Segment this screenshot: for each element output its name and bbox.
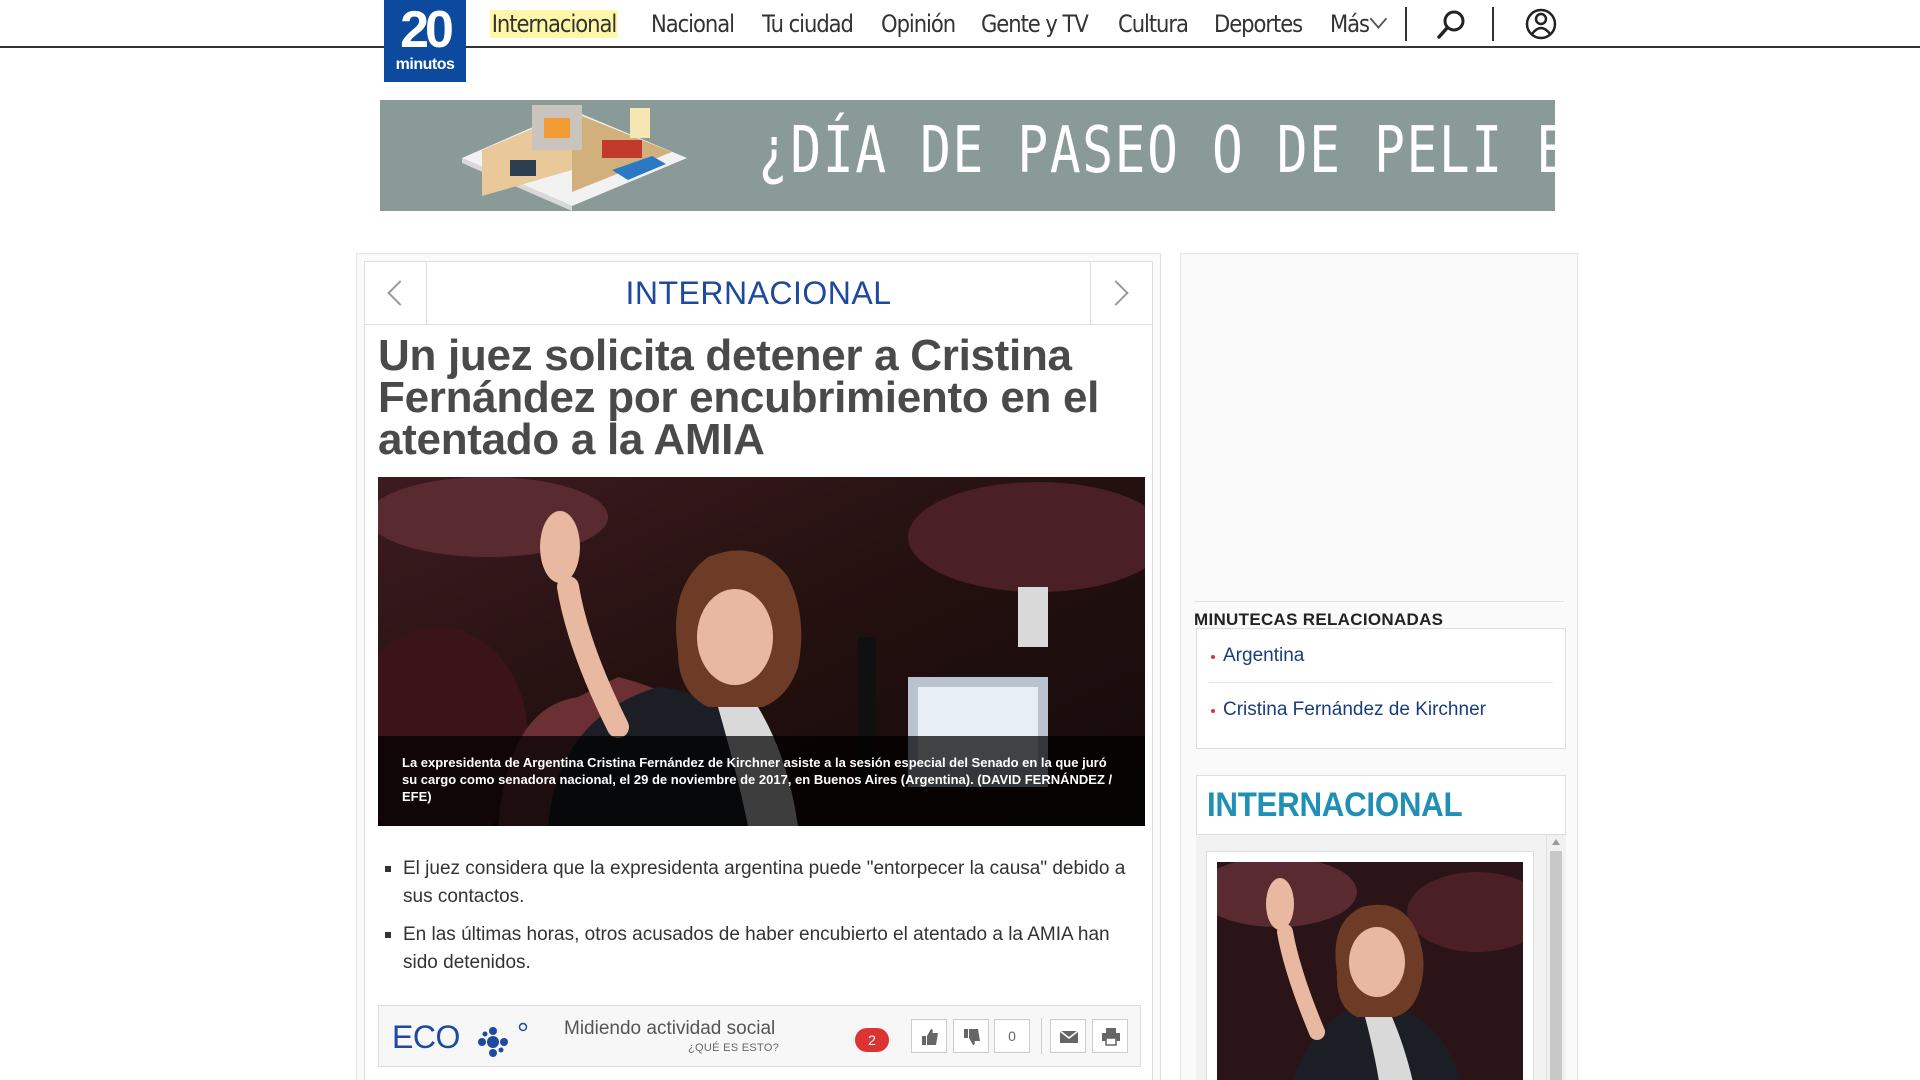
site-logo[interactable]: 20 minutos bbox=[384, 0, 466, 82]
eco-dots-icon bbox=[478, 1022, 528, 1057]
chevron-left-icon bbox=[387, 280, 413, 306]
related-topic-argentina[interactable]: Argentina bbox=[1209, 629, 1553, 683]
section-header: INTERNACIONAL bbox=[364, 261, 1153, 325]
like-button[interactable] bbox=[911, 1019, 947, 1053]
nav-item-opinion[interactable]: Opinión bbox=[881, 10, 956, 38]
section-title[interactable]: INTERNACIONAL bbox=[427, 262, 1090, 324]
article-column: INTERNACIONAL Un juez solicita detener a… bbox=[356, 253, 1161, 1080]
eco-help-link[interactable]: ¿QUÉ ES ESTO? bbox=[688, 1042, 779, 1054]
chevron-right-icon bbox=[1103, 280, 1129, 306]
related-topics-title: MINUTECAS RELACIONADAS bbox=[1194, 601, 1564, 630]
dislike-count: 0 bbox=[994, 1019, 1030, 1053]
logo-word: minutos bbox=[395, 56, 455, 73]
living-room-illustration bbox=[462, 105, 687, 211]
nav-item-deportes[interactable]: Deportes bbox=[1214, 10, 1303, 38]
main-nav: Internacional Nacional Tu ciudad Opinión… bbox=[490, 6, 1408, 42]
email-share-button[interactable] bbox=[1050, 1019, 1086, 1053]
thumbs-down-icon bbox=[964, 1029, 980, 1045]
nav-divider bbox=[1492, 7, 1494, 41]
prev-article-button[interactable] bbox=[365, 262, 427, 324]
nav-item-gente-tv[interactable]: Gente y TV bbox=[981, 10, 1089, 38]
news-thumbnail-illustration bbox=[1217, 862, 1523, 1080]
top-navigation: 20 minutos Internacional Nacional Tu ciu… bbox=[0, 0, 1920, 82]
banner-ad[interactable]: ¿DÍA DE PASEO O DE PELI EN CASA? bbox=[380, 100, 1555, 211]
summary-bullet: El juez considera que la expresidenta ar… bbox=[378, 855, 1138, 911]
nav-item-mas[interactable]: Más bbox=[1329, 9, 1388, 38]
nav-item-mas-label: Más bbox=[1329, 10, 1370, 38]
summary-bullet: En las últimas horas, otros acusados de … bbox=[378, 921, 1138, 977]
social-activity-bar: ECO Midiendo actividad social ¿QUÉ ES ES… bbox=[378, 1005, 1141, 1067]
sidebar-section-title[interactable]: INTERNACIONAL bbox=[1207, 786, 1463, 825]
search-icon bbox=[1437, 10, 1465, 39]
scrollbar-thumb[interactable] bbox=[1550, 851, 1562, 1080]
nav-item-tu-ciudad[interactable]: Tu ciudad bbox=[762, 10, 854, 38]
related-topic-cristina[interactable]: Cristina Fernández de Kirchner bbox=[1209, 683, 1553, 737]
article-headline: Un juez solicita detener a Cristina Fern… bbox=[378, 331, 1100, 464]
print-button[interactable] bbox=[1092, 1019, 1128, 1053]
eco-logo[interactable]: ECO bbox=[392, 1019, 460, 1056]
envelope-icon bbox=[1059, 1030, 1079, 1043]
chevron-down-icon bbox=[1369, 9, 1388, 29]
search-button[interactable] bbox=[1434, 8, 1468, 42]
comment-count-badge[interactable]: 2 bbox=[855, 1028, 889, 1052]
scroll-up-arrow-icon[interactable] bbox=[1552, 839, 1560, 845]
nav-item-internacional[interactable]: Internacional bbox=[490, 10, 618, 38]
user-account-button[interactable] bbox=[1523, 6, 1559, 42]
news-thumbnail bbox=[1217, 862, 1523, 1080]
sidebar-news-carousel bbox=[1196, 835, 1566, 1080]
sidebar-news-card[interactable] bbox=[1206, 851, 1534, 1080]
thumbs-up-icon bbox=[922, 1029, 938, 1045]
user-icon bbox=[1525, 8, 1557, 40]
article-body: Un juez solicita detener a Cristina Fern… bbox=[364, 325, 1153, 1080]
sidebar-scrollbar[interactable] bbox=[1546, 835, 1564, 1080]
article-summary-list: El juez considera que la expresidenta ar… bbox=[378, 855, 1138, 987]
sidebar-section-header: INTERNACIONAL bbox=[1196, 775, 1566, 835]
logo-number: 20 bbox=[400, 1, 454, 59]
sidebar: MINUTECAS RELACIONADAS Argentina Cristin… bbox=[1180, 253, 1578, 1080]
nav-divider bbox=[1405, 7, 1407, 41]
printer-icon bbox=[1102, 1028, 1120, 1046]
nav-item-nacional[interactable]: Nacional bbox=[651, 10, 735, 38]
related-topics-list: Argentina Cristina Fernández de Kirchner bbox=[1196, 628, 1566, 749]
next-article-button[interactable] bbox=[1090, 262, 1152, 324]
banner-headline: ¿DÍA DE PASEO O DE PELI EN CASA? bbox=[758, 114, 1555, 188]
eco-divider bbox=[1041, 1018, 1042, 1054]
article-photo: La expresidenta de Argentina Cristina Fe… bbox=[378, 477, 1145, 826]
eco-status-text: Midiendo actividad social bbox=[564, 1018, 776, 1039]
dislike-button[interactable] bbox=[953, 1019, 989, 1053]
nav-item-cultura[interactable]: Cultura bbox=[1118, 10, 1189, 38]
photo-caption: La expresidenta de Argentina Cristina Fe… bbox=[378, 736, 1145, 826]
